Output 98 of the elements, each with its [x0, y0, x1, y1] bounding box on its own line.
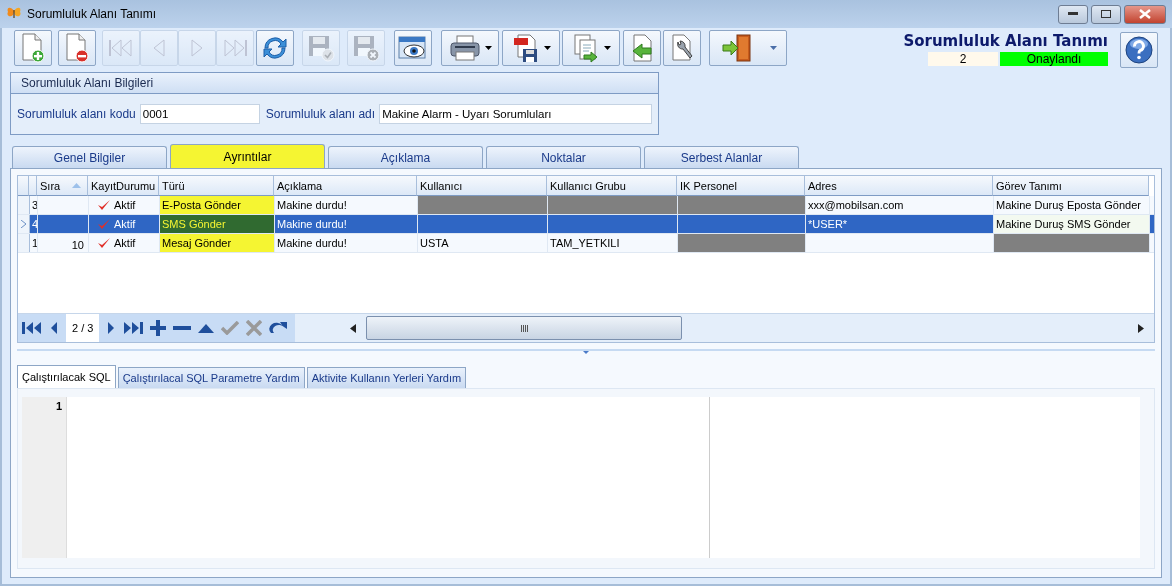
table-row[interactable]: 3 Aktif E-Posta Gönder Makine durdu! xxx@mobilsan.com Makine Duruş Eposta Gönder [18, 196, 1154, 215]
import-button[interactable] [623, 30, 661, 66]
input-field[interactable]: 0001 [139, 104, 260, 124]
new-button[interactable] [14, 30, 52, 66]
checkmark-icon[interactable] [221, 321, 240, 335]
group-title: Sorumluluk Alanı Bilgileri [11, 73, 658, 94]
tab[interactable]: Çalıştırılacak SQL [17, 365, 116, 388]
table-cell: xxx@mobilsan.com [806, 196, 994, 214]
save-icon [307, 34, 335, 62]
export-button[interactable] [562, 30, 620, 66]
caret-icon [484, 46, 492, 50]
close-button[interactable] [1124, 4, 1166, 24]
help-icon [1124, 35, 1154, 65]
window-title: Sorumluluk Alanı Tanımı [27, 7, 157, 21]
checkmark-icon [97, 218, 111, 230]
first-icon [107, 38, 135, 58]
remove-document-icon [64, 33, 90, 63]
last-icon[interactable] [123, 321, 144, 335]
collapse-caret-icon [583, 351, 589, 354]
table-cell: Makine durdu! [275, 215, 418, 233]
table-cell: Makine Duruş SMS Gönder [994, 215, 1150, 233]
row-number: 4 [30, 215, 38, 233]
exit-button[interactable] [709, 30, 787, 66]
documents-arrow-icon [571, 33, 600, 63]
field-label: Sorumluluk alanı adı [265, 107, 376, 121]
maximize-icon [1101, 10, 1111, 18]
table-cell: SMS Gönder [160, 215, 275, 233]
table-cell: Makine durdu! [275, 234, 418, 252]
column-header[interactable]: KayıtDurumu [88, 176, 159, 196]
scroll-right-icon[interactable] [1138, 323, 1144, 333]
tab[interactable]: Serbest Alanlar [644, 146, 799, 168]
field-label: Sorumluluk alanı kodu [17, 107, 136, 121]
pdf-save-icon [511, 33, 540, 63]
record-position: 2 / 3 [66, 314, 100, 342]
column-header[interactable]: Sıra [37, 176, 88, 196]
table-cell: Mesaj Gönder [160, 234, 275, 252]
delete-button[interactable] [58, 30, 96, 66]
add-document-icon [20, 33, 46, 63]
last-icon [221, 38, 249, 58]
preview-button[interactable] [394, 30, 432, 66]
eye-window-icon [397, 34, 429, 62]
current-row-icon [21, 220, 26, 228]
minimize-icon [1068, 12, 1078, 16]
table-cell: 10 [38, 234, 89, 252]
first-icon[interactable] [22, 321, 42, 335]
column-header[interactable]: Adres [805, 176, 993, 196]
tab[interactable]: Aktivite Kullanın Yerleri Yardım [306, 367, 467, 388]
print-button[interactable] [441, 30, 499, 66]
minus-icon[interactable] [173, 326, 192, 330]
grip-icon [520, 324, 528, 332]
table-row[interactable]: 1 10 Aktif Mesaj Gönder Makine durdu! USTA TAM_YETKILI [18, 234, 1154, 253]
row-number: 1 [30, 234, 38, 252]
tab[interactable]: Açıklama [328, 146, 483, 168]
tab[interactable]: Ayrıntılar [170, 144, 325, 168]
sql-editor[interactable]: 1 [17, 388, 1155, 569]
tab[interactable]: Noktalar [486, 146, 641, 168]
scroll-left-icon[interactable] [350, 323, 357, 333]
caret-icon [770, 46, 777, 50]
input-field[interactable]: Makine Alarm - Uyarı Sorumluları [379, 104, 652, 124]
column-header[interactable]: Türü [159, 176, 274, 196]
row-number: 3 [30, 196, 38, 214]
refresh-button[interactable] [256, 30, 294, 66]
table-cell: E-Posta Gönder [160, 196, 275, 214]
caret-icon [543, 46, 551, 50]
next-icon[interactable] [106, 321, 117, 335]
form-title: Sorumluluk Alanı Tanımı [903, 32, 1108, 50]
column-header[interactable]: Açıklama [274, 176, 417, 196]
status-badge: Onaylandı [1000, 52, 1108, 66]
column-header[interactable]: Kullanıcı [417, 176, 547, 196]
previous-icon[interactable] [49, 321, 59, 335]
plus-icon[interactable] [150, 320, 167, 336]
tab[interactable]: Genel Bilgiler [12, 146, 167, 168]
tab[interactable]: Çalıştırılacal SQL Parametre Yardım [117, 367, 305, 388]
column-header[interactable]: IK Personel [677, 176, 805, 196]
minimize-button[interactable] [1058, 4, 1088, 24]
checkmark-icon [97, 199, 111, 211]
line-number: 1 [55, 400, 62, 412]
pdf-button[interactable] [502, 30, 560, 66]
discard-icon [352, 34, 380, 62]
caret-icon [603, 46, 611, 50]
table-cell: Makine Duruş Eposta Gönder [994, 196, 1150, 214]
exit-door-icon [720, 33, 754, 63]
help-button[interactable] [1120, 32, 1158, 68]
sort-ascending-icon [72, 183, 81, 188]
wrench-document-icon [669, 33, 695, 63]
checkmark-icon [97, 237, 111, 249]
close-icon [1139, 9, 1151, 19]
record-count: 2 [928, 52, 998, 66]
table-row[interactable]: 4 Aktif SMS Gönder Makine durdu! *USER* Makine Duruş SMS Gönder [18, 215, 1154, 234]
up-icon[interactable] [198, 323, 215, 333]
printer-icon [448, 34, 481, 62]
column-header[interactable]: Görev Tanımı [993, 176, 1149, 196]
tools-button[interactable] [663, 30, 701, 66]
maximize-button[interactable] [1091, 4, 1121, 24]
redo-icon[interactable] [269, 321, 288, 335]
scroll-thumb[interactable] [366, 316, 683, 340]
table-cell: USTA [418, 234, 548, 252]
column-header[interactable]: Kullanıcı Grubu [547, 176, 677, 196]
